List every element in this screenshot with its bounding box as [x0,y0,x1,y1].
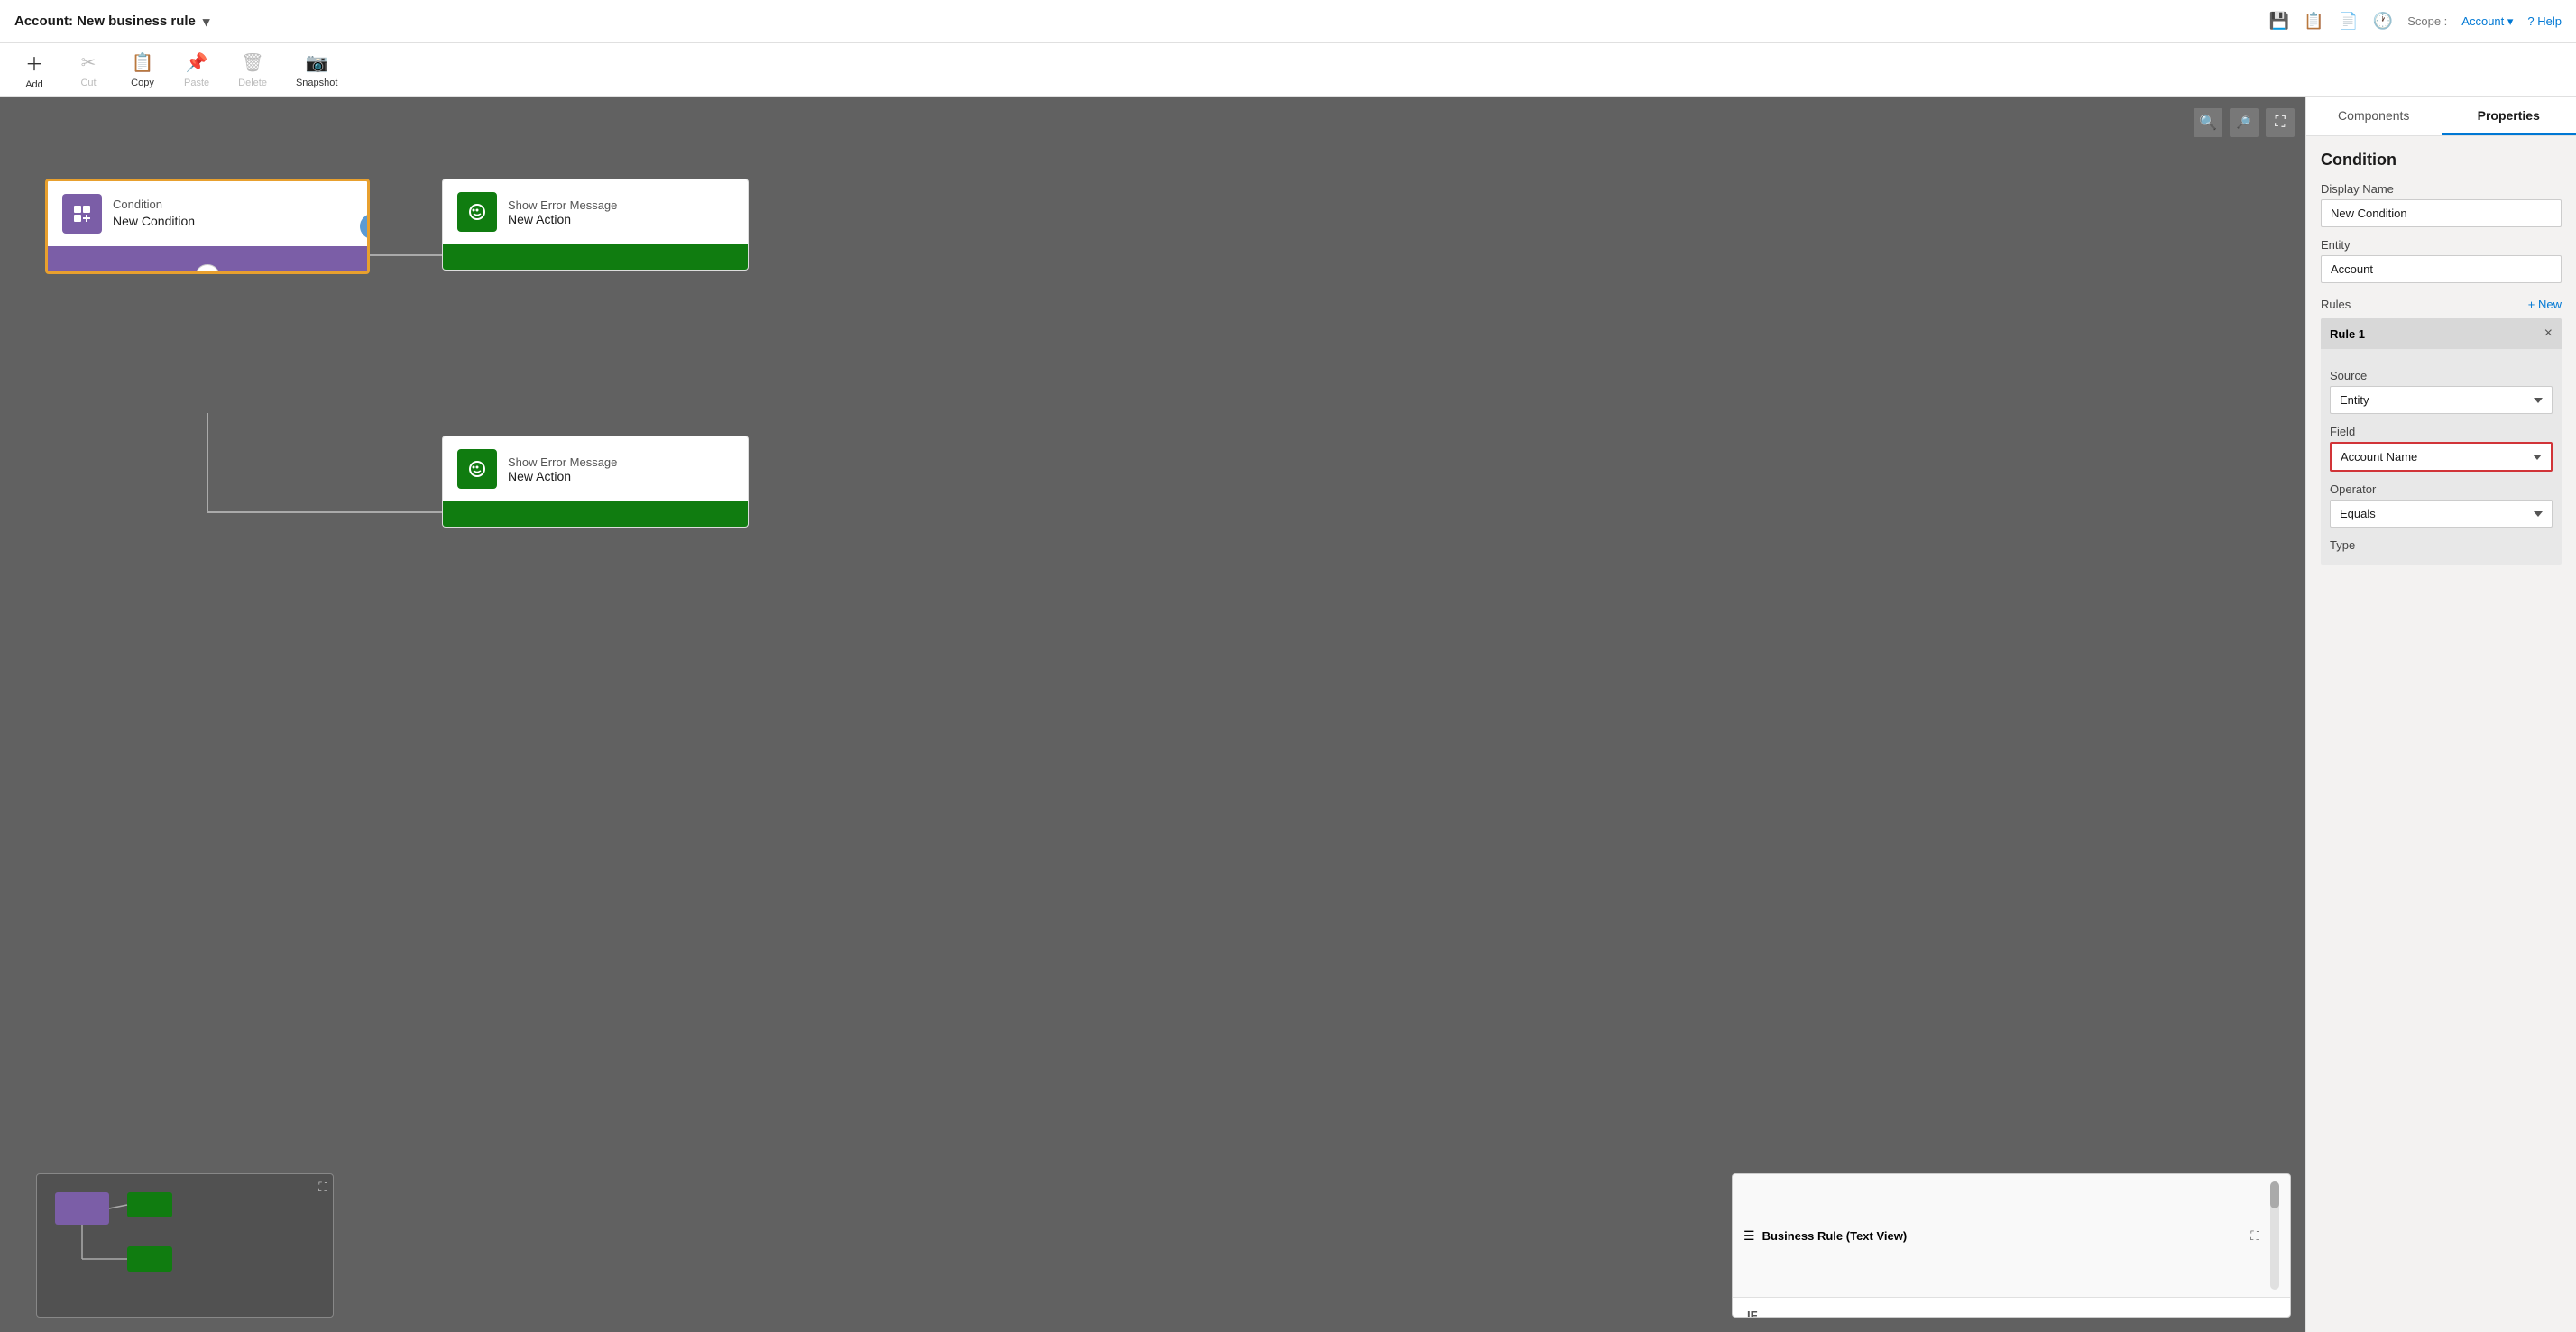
text-view-title: Business Rule (Text View) [1762,1229,1908,1243]
operator-label: Operator [2330,482,2553,496]
text-view-header: ☰ Business Rule (Text View) ⛶ [1733,1174,2290,1298]
title-bar: Account: New business rule ▾ 💾 📋 📄 🕐 Sco… [0,0,2576,43]
action-footer-2 [443,501,748,527]
rules-header: Rules + New [2321,298,2562,311]
action-icon-1 [457,192,497,232]
copy-icon: 📋 [132,51,154,74]
source-select[interactable]: Entity [2330,386,2553,414]
condition-type: Condition [113,197,195,213]
field-select[interactable]: Account Name [2330,442,2553,472]
rule-1-box: Rule 1 × Source Entity Field Account Nam… [2321,318,2562,565]
cut-button[interactable]: ✂ Cut [61,48,115,92]
paste-icon: 📌 [186,51,208,74]
action-name-1: New Action [508,212,617,226]
rules-label: Rules [2321,298,2351,311]
canvas-area[interactable]: 🔍 🔎 ⛶ Condition New Condition [0,97,2305,1332]
text-view-panel: ☰ Business Rule (Text View) ⛶ IF Account… [1732,1173,2291,1318]
display-name-input[interactable] [2321,199,2562,227]
fit-screen-button[interactable]: ⛶ [2266,108,2295,137]
activate-icon[interactable]: 📋 [2304,12,2323,31]
condition-icon [62,194,102,234]
condition-name: New Condition [113,213,195,231]
action-type-1: Show Error Message [508,198,617,212]
action-type-2: Show Error Message [508,455,617,469]
cut-icon: ✂ [81,51,97,74]
main-layout: 🔍 🔎 ⛶ Condition New Condition [0,97,2576,1332]
mini-map: ⛶ [36,1173,334,1318]
action-node-2[interactable]: Show Error Message New Action [442,436,749,528]
rule-1-title: Rule 1 [2330,327,2365,341]
snapshot-icon: 📷 [306,51,328,74]
action-text-1: Show Error Message New Action [508,198,617,226]
scrollbar-thumb [2270,1181,2279,1208]
action-footer-1 [443,244,748,270]
add-button[interactable]: ＋ Add [7,46,61,94]
scope-dropdown[interactable]: Account ▾ [2461,14,2513,29]
title-right: 💾 📋 📄 🕐 Scope : Account ▾ ? Help [2269,12,2562,31]
properties-tab-label: Properties [2478,108,2540,123]
action-name-2: New Action [508,469,617,483]
title-chevron[interactable]: ▾ [203,14,210,30]
action-header-1: Show Error Message New Action [443,179,748,244]
type-label: Type [2330,538,2553,552]
zoom-out-button[interactable]: 🔍 [2194,108,2222,137]
scope-label: Scope : [2407,14,2447,28]
delete-label: Delete [238,78,267,88]
entity-input[interactable] [2321,255,2562,283]
text-view-expand-button[interactable]: ⛶ [2250,1228,2259,1244]
display-name-label: Display Name [2321,182,2562,196]
page-title: Account: New business rule [14,14,196,29]
entity-label: Entity [2321,238,2562,252]
condition-header: Condition New Condition [48,181,367,246]
right-panel: Components Properties Condition Display … [2305,97,2576,1332]
paste-label: Paste [184,78,209,88]
field-label: Field [2330,425,2553,438]
delete-icon: 🗑 [241,51,263,74]
condition-text: Condition New Condition [113,197,195,231]
add-icon: ＋ [25,50,43,76]
action-header-2: Show Error Message New Action [443,436,748,501]
rules-new-button[interactable]: + New [2528,298,2562,311]
mini-map-expand-button[interactable]: ⛶ [318,1180,327,1195]
action-node-1[interactable]: Show Error Message New Action [442,179,749,271]
save-icon[interactable]: 💾 [2269,12,2289,31]
action-text-2: Show Error Message New Action [508,455,617,483]
operator-select[interactable]: Equals [2330,500,2553,528]
components-tab-label: Components [2338,108,2409,123]
panel-body: Condition Display Name Entity Rules + Ne… [2306,136,2576,579]
snapshot-label: Snapshot [296,78,337,88]
text-view-icon: ☰ [1743,1228,1755,1244]
tab-properties[interactable]: Properties [2442,97,2576,135]
help-link[interactable]: ? Help [2527,14,2562,28]
toolbar: ＋ Add ✂ Cut 📋 Copy 📌 Paste 🗑 Delete 📷 Sn… [0,43,2576,97]
settings-icon[interactable]: 📄 [2338,12,2358,31]
rule-1-header: Rule 1 × [2321,318,2562,349]
panel-tabs: Components Properties [2306,97,2576,136]
rule-1-content: Source Entity Field Account Name Operato… [2321,349,2562,565]
zoom-in-button[interactable]: 🔎 [2230,108,2259,137]
canvas-controls: 🔍 🔎 ⛶ [2194,108,2295,137]
add-label: Add [25,79,43,90]
condition-node[interactable]: Condition New Condition ✓ × [45,179,370,274]
rule-1-close-button[interactable]: × [2544,326,2553,342]
source-label: Source [2330,369,2553,382]
text-view-content: IF Account Name equals "Jones" THEN [1733,1298,2290,1318]
title-left: Account: New business rule ▾ [14,14,209,30]
mini-action2-node [127,1246,172,1272]
mini-action1-node [127,1192,172,1217]
history-icon[interactable]: 🕐 [2373,12,2393,31]
delete-button[interactable]: 🗑 Delete [224,48,281,92]
action-icon-2 [457,449,497,489]
if-label: IF [1747,1309,1758,1318]
panel-section-title: Condition [2321,151,2562,170]
tab-components[interactable]: Components [2306,97,2442,135]
mini-condition-node [55,1192,109,1225]
paste-button[interactable]: 📌 Paste [170,48,224,92]
copy-label: Copy [131,78,154,88]
text-view-scrollbar[interactable] [2270,1181,2279,1290]
cut-label: Cut [80,78,96,88]
snapshot-button[interactable]: 📷 Snapshot [281,48,352,92]
connector-svg [0,97,2305,1332]
copy-button[interactable]: 📋 Copy [115,48,170,92]
